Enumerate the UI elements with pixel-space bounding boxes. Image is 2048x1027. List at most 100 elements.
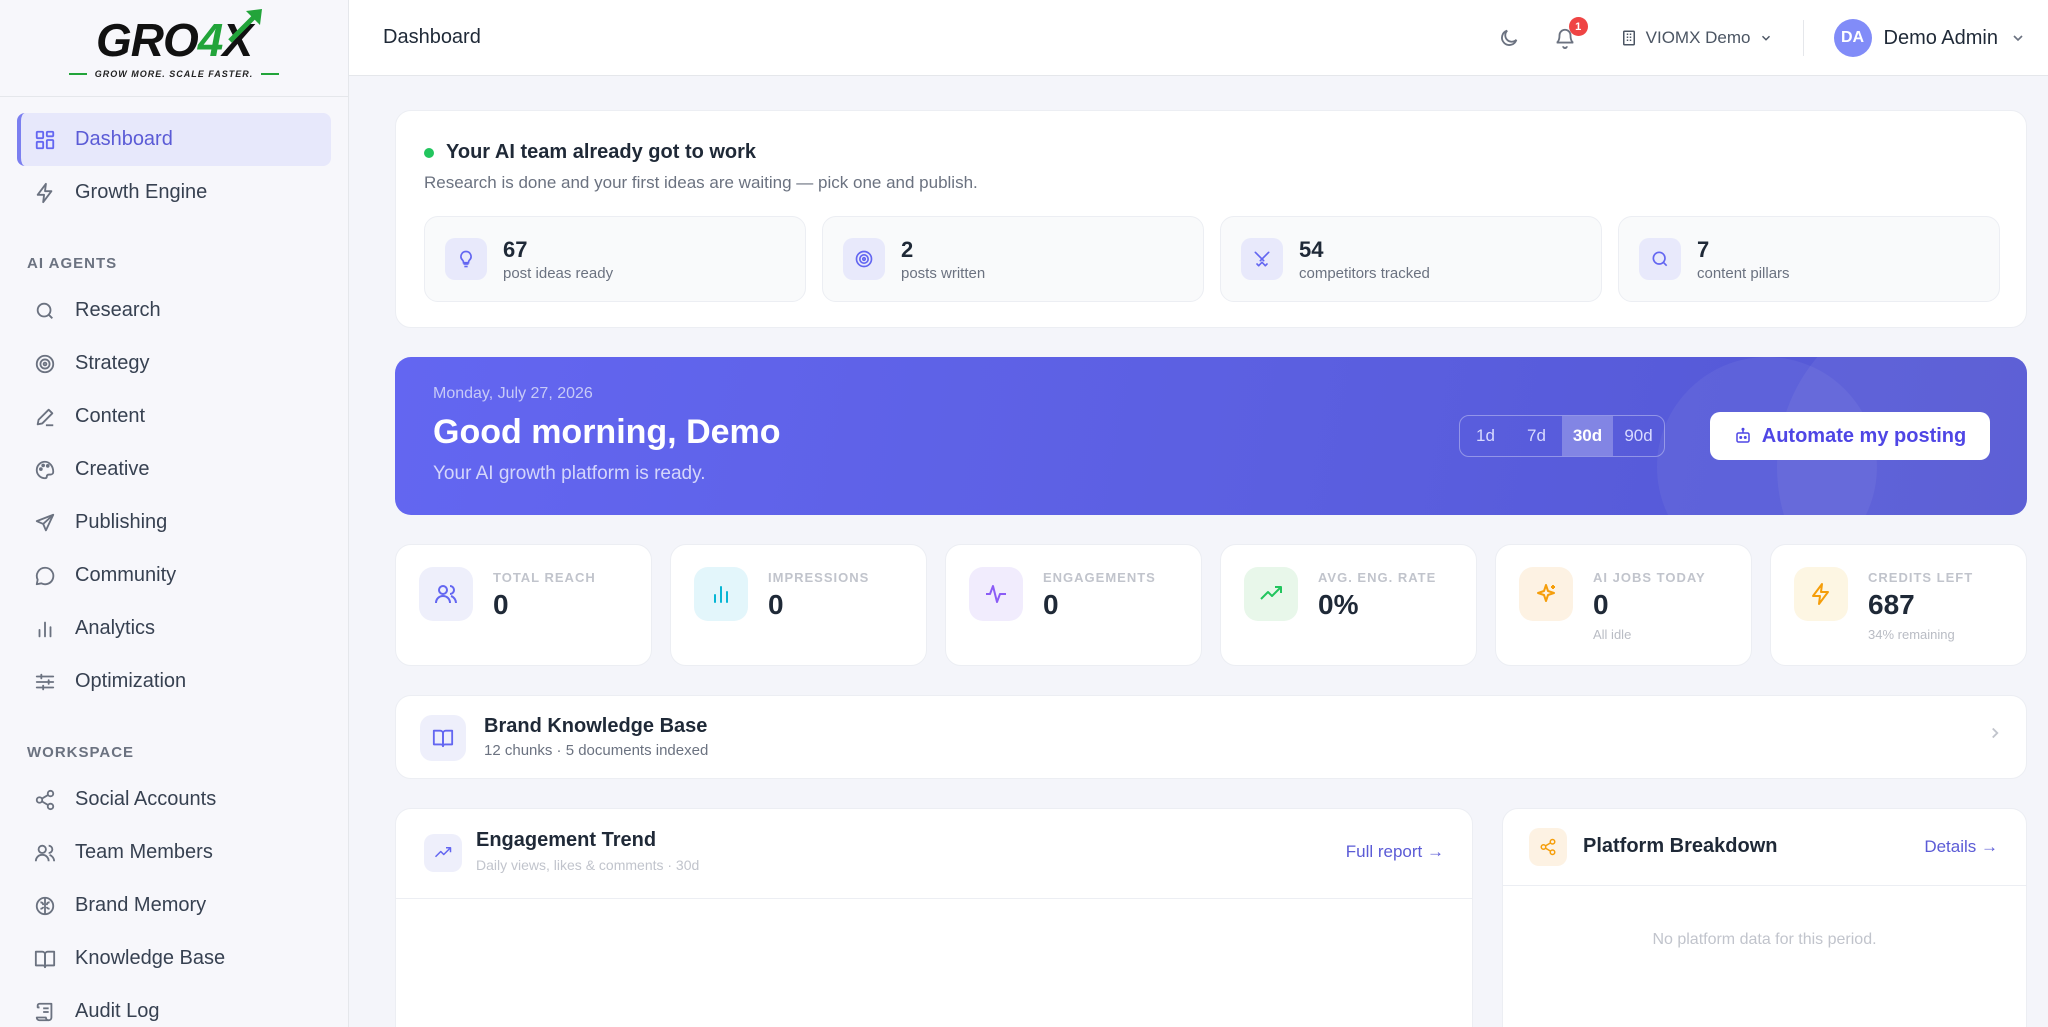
sidebar-item-analytics[interactable]: Analytics — [17, 602, 331, 655]
sidebar-nav: Dashboard Growth Engine AI AGENTS Resear… — [0, 97, 348, 1027]
kpi-total-reach[interactable]: TOTAL REACH 0 — [395, 544, 652, 666]
sidebar-item-team-members[interactable]: Team Members — [17, 826, 331, 879]
share-icon — [1529, 828, 1567, 866]
user-menu[interactable]: DA Demo Admin — [1833, 19, 2027, 57]
full-report-link[interactable]: Full report → — [1346, 842, 1444, 862]
kpi-credits-left[interactable]: CREDITS LEFT 687 34% remaining — [1770, 544, 2027, 666]
engagement-trend-subtitle: Daily views, likes & comments · 30d — [476, 857, 700, 873]
chevron-down-icon — [2013, 35, 2023, 42]
kpi-ai-jobs-today[interactable]: AI JOBS TODAY 0 All idle — [1495, 544, 1752, 666]
range-7d-button[interactable]: 7d — [1511, 416, 1562, 456]
platform-breakdown-title: Platform Breakdown — [1583, 835, 1778, 857]
send-icon — [32, 510, 58, 536]
sidebar-item-label: Strategy — [75, 352, 150, 374]
sidebar-item-label: Publishing — [75, 511, 168, 533]
kpi-avg-eng-rate[interactable]: AVG. ENG. RATE 0% — [1220, 544, 1477, 666]
stat-value: 2 — [901, 236, 914, 262]
stat-content-pillars[interactable]: 7 content pillars — [1618, 216, 2000, 302]
avatar: DA — [1833, 19, 1872, 57]
sidebar-item-publishing[interactable]: Publishing — [17, 496, 331, 549]
sidebar-item-social-accounts[interactable]: Social Accounts — [17, 773, 331, 826]
sidebar-item-community[interactable]: Community — [17, 549, 331, 602]
platform-breakdown-card: Platform Breakdown Details → No platform… — [1502, 808, 2027, 1027]
stat-label: posts written — [901, 264, 986, 282]
trending-up-icon — [1244, 567, 1298, 621]
stat-competitors-tracked[interactable]: 54 competitors tracked — [1220, 216, 1602, 302]
kpi-label: AVG. ENG. RATE — [1318, 570, 1437, 585]
sidebar-item-label: Dashboard — [75, 128, 173, 150]
engagement-trend-header: Engagement Trend Daily views, likes & co… — [396, 809, 1472, 899]
sidebar-item-research[interactable]: Research — [17, 284, 331, 337]
automate-posting-button[interactable]: Automate my posting — [1710, 412, 1990, 460]
logo-tagline: GROW MORE. SCALE FASTER. — [68, 69, 280, 79]
sidebar-item-audit-log[interactable]: Audit Log — [17, 985, 331, 1027]
sliders-icon — [32, 669, 58, 695]
target-icon — [32, 351, 58, 377]
lightbulb-icon — [445, 238, 487, 280]
sidebar-item-label: Content — [75, 405, 146, 427]
logo[interactable]: GRO4X GROW MORE. SCALE FASTER. — [0, 0, 348, 97]
brain-icon — [32, 893, 58, 919]
activity-icon — [969, 567, 1023, 621]
sidebar-item-label: Research — [75, 299, 161, 321]
page-title: Dashboard — [383, 26, 481, 48]
kpi-label: AI JOBS TODAY — [1593, 570, 1706, 585]
kpi-impressions[interactable]: IMPRESSIONS 0 — [670, 544, 927, 666]
sidebar-item-label: Community — [75, 564, 177, 586]
theme-toggle-button[interactable] — [1494, 23, 1524, 53]
date-range-selector: 1d 7d 30d 90d — [1459, 415, 1665, 457]
building-icon — [1622, 30, 1635, 46]
kpi-value: 0 — [493, 589, 509, 620]
bar-chart-icon — [694, 567, 748, 621]
sidebar-item-label: Team Members — [75, 841, 213, 863]
palette-icon — [32, 457, 58, 483]
kpi-engagements[interactable]: ENGAGEMENTS 0 — [945, 544, 1202, 666]
users-icon — [419, 567, 473, 621]
sidebar-item-creative[interactable]: Creative — [17, 443, 331, 496]
pen-icon — [32, 404, 58, 430]
kpi-label: CREDITS LEFT — [1868, 570, 1974, 585]
sidebar-item-content[interactable]: Content — [17, 390, 331, 443]
stat-label: competitors tracked — [1299, 264, 1430, 282]
sidebar-item-label: Optimization — [75, 670, 187, 692]
sidebar-item-optimization[interactable]: Optimization — [17, 655, 331, 708]
bolt-icon — [1794, 567, 1848, 621]
sidebar-item-label: Audit Log — [75, 1000, 160, 1022]
stat-posts-written[interactable]: 2 posts written — [822, 216, 1204, 302]
book-icon — [32, 946, 58, 972]
section-label-workspace: WORKSPACE — [27, 744, 135, 761]
ai-team-subtitle: Research is done and your first ideas ar… — [424, 173, 978, 192]
org-switcher[interactable]: VIOMX Demo — [1620, 28, 1773, 48]
sidebar-item-growth-engine[interactable]: Growth Engine — [17, 166, 331, 219]
stat-post-ideas[interactable]: 67 post ideas ready — [424, 216, 806, 302]
details-link[interactable]: Details → — [1924, 837, 1998, 857]
brand-knowledge-base-card[interactable]: Brand Knowledge Base 12 chunks · 5 docum… — [395, 695, 2027, 779]
notification-badge: 1 — [1568, 17, 1588, 36]
logo-tagline-text: GROW MORE. SCALE FASTER. — [94, 69, 254, 79]
sidebar-item-brand-memory[interactable]: Brand Memory — [17, 879, 331, 932]
ai-team-title: Your AI team already got to work — [424, 141, 756, 164]
sidebar-item-label: Social Accounts — [75, 788, 217, 810]
section-label-ai-agents: AI AGENTS — [27, 255, 118, 272]
header-actions: 1 VIOMX Demo DA Demo Admin — [1494, 0, 2048, 76]
engagement-trend-title: Engagement Trend — [476, 829, 657, 851]
kpi-label: TOTAL REACH — [493, 570, 596, 585]
stat-value: 54 — [1299, 236, 1324, 262]
range-90d-button[interactable]: 90d — [1613, 416, 1664, 456]
bar-chart-icon — [32, 616, 58, 642]
sidebar-item-knowledge-base[interactable]: Knowledge Base — [17, 932, 331, 985]
sidebar-item-strategy[interactable]: Strategy — [17, 337, 331, 390]
stat-label: content pillars — [1697, 264, 1790, 282]
swords-icon — [1241, 238, 1283, 280]
kpi-note: All idle — [1593, 627, 1632, 642]
range-30d-button[interactable]: 30d — [1562, 416, 1613, 456]
notifications-button[interactable]: 1 — [1550, 17, 1588, 53]
range-1d-button[interactable]: 1d — [1460, 416, 1511, 456]
book-icon — [420, 715, 466, 761]
share-icon — [32, 787, 58, 813]
sparkles-icon — [1519, 567, 1573, 621]
sidebar-item-dashboard[interactable]: Dashboard — [17, 113, 331, 166]
kpi-label: IMPRESSIONS — [768, 570, 870, 585]
greeting-title: Good morning, Demo — [433, 413, 781, 451]
target-icon — [843, 238, 885, 280]
